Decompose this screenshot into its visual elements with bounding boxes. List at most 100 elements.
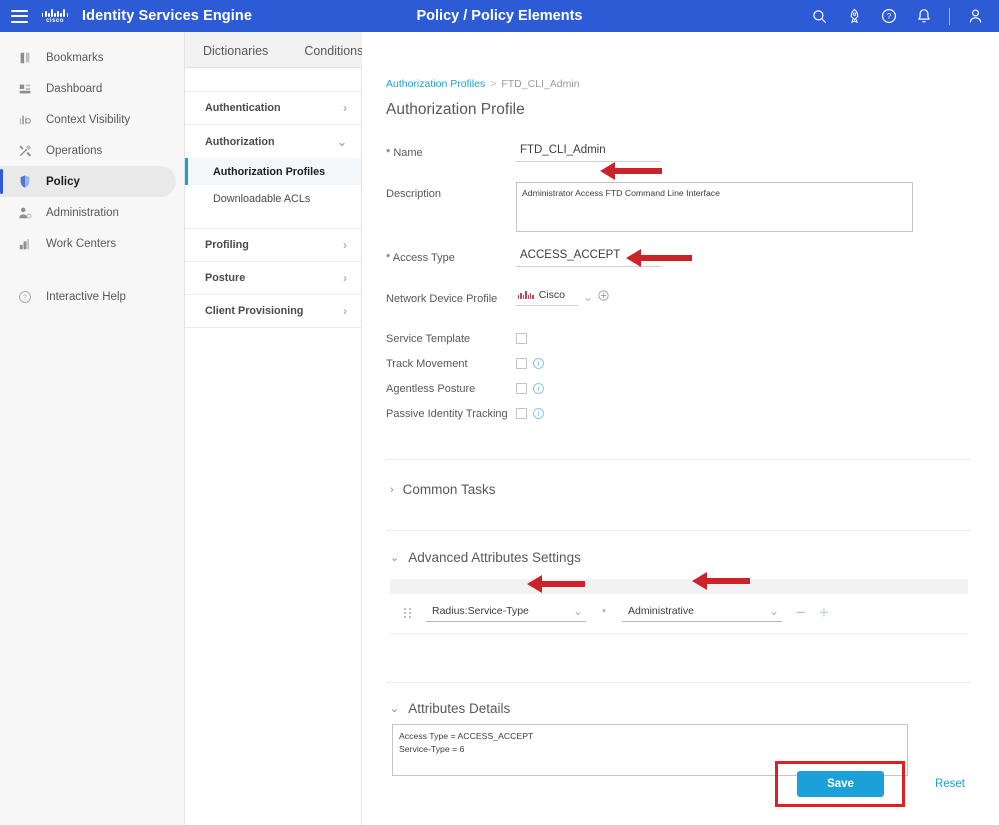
advanced-attribute-row: Radius:Service-Type ⌄ * Administrative ⌄… [390, 594, 968, 634]
row-access-type: * Access Type ACCESS_ACCEPT ⌄ [386, 246, 999, 274]
header-icon-group: ? [809, 6, 999, 26]
chevron-down-icon: ⌄ [768, 604, 779, 618]
search-icon[interactable] [809, 6, 829, 26]
attribute-name-select[interactable]: Radius:Service-Type ⌄ [426, 603, 586, 622]
agentless-posture-checkbox[interactable] [516, 383, 527, 394]
section-divider [386, 682, 971, 683]
header-left-group: cisco Identity Services Engine [0, 8, 252, 24]
breadcrumb: Authorization Profiles > FTD_CLI_Admin [386, 78, 999, 90]
add-device-profile-icon[interactable] [598, 288, 609, 306]
label-access-type: * Access Type [386, 252, 455, 264]
bookmark-icon [17, 50, 33, 66]
sidebar-label-dashboard: Dashboard [46, 82, 103, 95]
sidebar-label-work-centers: Work Centers [46, 237, 117, 250]
results-tree: Authentication › Authorization ⌄ Authori… [185, 78, 361, 328]
label-passive-identity-tracking: Passive Identity Tracking [386, 408, 508, 420]
tree-label-client-provisioning: Client Provisioning [205, 305, 304, 317]
track-movement-checkbox[interactable] [516, 358, 527, 369]
access-type-select[interactable]: ACCESS_ACCEPT ⌄ [516, 246, 661, 267]
sidebar-item-dashboard[interactable]: Dashboard [0, 73, 176, 104]
tree-item-downloadable-acls[interactable]: Downloadable ACLs [185, 185, 361, 212]
save-button[interactable]: Save [797, 771, 884, 797]
row-description: Description Administrator Access FTD Com… [386, 182, 999, 232]
rocket-icon[interactable] [844, 6, 864, 26]
passive-identity-tracking-checkbox[interactable] [516, 408, 527, 419]
chevron-down-icon: ⌄ [336, 134, 347, 149]
network-device-profile-group: Cisco ⌄ [516, 287, 609, 306]
chevron-down-icon[interactable]: ⌄ [583, 291, 593, 303]
top-header-bar: cisco Identity Services Engine Policy / … [0, 0, 999, 32]
tab-dictionaries[interactable]: Dictionaries [185, 44, 286, 67]
sidebar-item-operations[interactable]: Operations [0, 135, 176, 166]
hamburger-menu-icon[interactable] [11, 9, 28, 23]
name-input[interactable] [516, 141, 661, 162]
add-attribute-button[interactable]: + [819, 604, 829, 621]
reset-link[interactable]: Reset [935, 778, 965, 790]
breadcrumb-link-authorization-profiles[interactable]: Authorization Profiles [386, 78, 485, 90]
label-service-template: Service Template [386, 333, 471, 345]
network-device-profile-value: Cisco [538, 289, 565, 301]
row-passive-identity-tracking: Passive Identity Tracking i [386, 402, 999, 425]
remove-attribute-button[interactable]: − [796, 604, 806, 621]
options-checkbox-group: Service Template Track Movement i Agentl… [386, 327, 999, 425]
form-actions: Save Reset [775, 761, 965, 807]
breadcrumb-separator: > [490, 78, 497, 90]
tree-item-authentication[interactable]: Authentication › [185, 92, 361, 125]
tree-item-posture[interactable]: Posture › [185, 262, 361, 295]
info-icon[interactable]: i [533, 383, 544, 394]
common-tasks-section-header[interactable]: › Common Tasks [390, 482, 999, 497]
section-divider [386, 530, 971, 531]
chevron-right-icon: › [390, 483, 394, 496]
sidebar-item-interactive-help[interactable]: ? Interactive Help [0, 281, 176, 312]
sidebar-label-administration: Administration [46, 206, 119, 219]
label-description: Description [386, 188, 442, 200]
sidebar-item-context-visibility[interactable]: Context Visibility [0, 104, 176, 135]
tree-label-authorization-profiles: Authorization Profiles [213, 165, 326, 178]
network-device-profile-select[interactable]: Cisco [516, 287, 578, 306]
user-icon[interactable] [965, 6, 985, 26]
bell-icon[interactable] [914, 6, 934, 26]
tree-label-authorization: Authorization [205, 135, 275, 148]
common-tasks-label: Common Tasks [402, 482, 496, 497]
tree-top-spacer [185, 78, 361, 92]
header-divider [949, 7, 950, 25]
sidebar-label-bookmarks: Bookmarks [46, 51, 104, 64]
attribute-value-select[interactable]: Administrative ⌄ [622, 603, 782, 622]
attribute-operator: * [601, 606, 607, 619]
label-network-device-profile: Network Device Profile [386, 293, 498, 305]
advanced-attributes-label: Advanced Attributes Settings [408, 550, 581, 565]
dashboard-icon [17, 81, 33, 97]
drag-handle-icon[interactable] [404, 607, 420, 618]
attribute-value-text: Administrative [628, 605, 694, 617]
sidebar-item-administration[interactable]: Administration [0, 197, 176, 228]
svg-text:?: ? [887, 12, 892, 21]
sidebar-item-bookmarks[interactable]: Bookmarks [0, 42, 176, 73]
results-tree-panel: Authentication › Authorization ⌄ Authori… [185, 32, 362, 825]
tree-item-authorization[interactable]: Authorization ⌄ [185, 125, 361, 158]
tree-item-authorization-profiles[interactable]: Authorization Profiles [185, 158, 361, 185]
tree-item-profiling[interactable]: Profiling › [185, 229, 361, 262]
sidebar-item-policy[interactable]: Policy [0, 166, 176, 197]
tree-group-spacer [185, 212, 361, 229]
chevron-right-icon: › [343, 101, 347, 115]
chevron-down-icon: ⌄ [648, 248, 659, 262]
tree-label-posture: Posture [205, 272, 246, 284]
info-icon[interactable]: i [533, 358, 544, 369]
context-visibility-icon [17, 112, 33, 128]
operations-icon [17, 143, 33, 159]
tree-item-client-provisioning[interactable]: Client Provisioning › [185, 295, 361, 328]
sidebar-item-work-centers[interactable]: Work Centers [0, 228, 176, 259]
svg-text:?: ? [23, 294, 27, 301]
service-template-checkbox[interactable] [516, 333, 527, 344]
advanced-attributes-section-header[interactable]: ⌄ Advanced Attributes Settings [390, 550, 999, 565]
help-circle-icon[interactable]: ? [879, 6, 899, 26]
sidebar-label-operations: Operations [46, 144, 103, 157]
info-icon[interactable]: i [533, 408, 544, 419]
label-track-movement: Track Movement [386, 358, 468, 370]
description-textarea[interactable]: Administrator Access FTD Command Line In… [516, 182, 913, 232]
save-button-highlight: Save [775, 761, 905, 807]
attributes-details-section-header[interactable]: ⌄ Attributes Details [390, 701, 999, 716]
row-name: * Name [386, 141, 999, 169]
breadcrumb-current: FTD_CLI_Admin [501, 78, 580, 90]
